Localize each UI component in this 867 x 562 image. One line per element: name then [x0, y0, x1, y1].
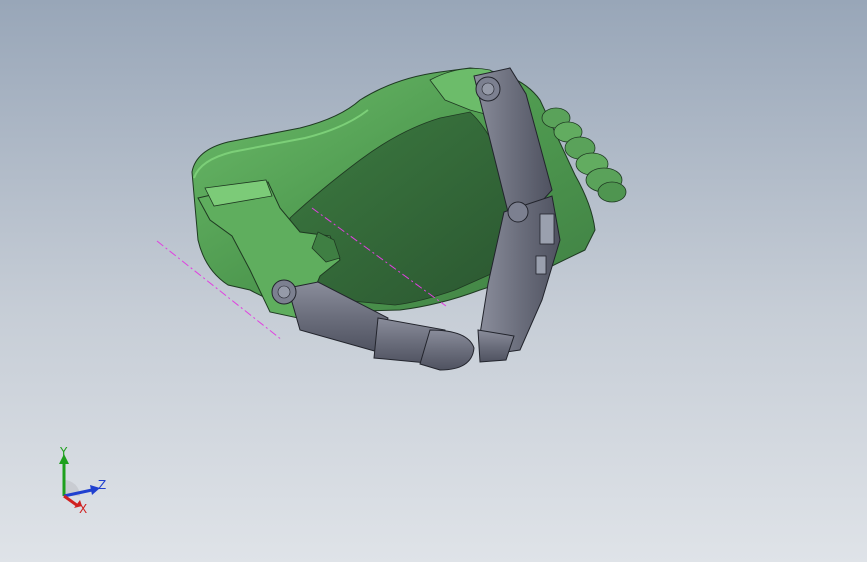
graphics-viewport[interactable]: Y Z X: [0, 0, 867, 562]
y-axis-label: Y: [60, 445, 68, 459]
hand-model[interactable]: [0, 0, 867, 562]
x-axis: [63, 494, 79, 508]
x-axis-label: X: [79, 502, 88, 516]
coordinate-triad: [59, 454, 100, 508]
z-axis-label: Z: [98, 478, 107, 492]
